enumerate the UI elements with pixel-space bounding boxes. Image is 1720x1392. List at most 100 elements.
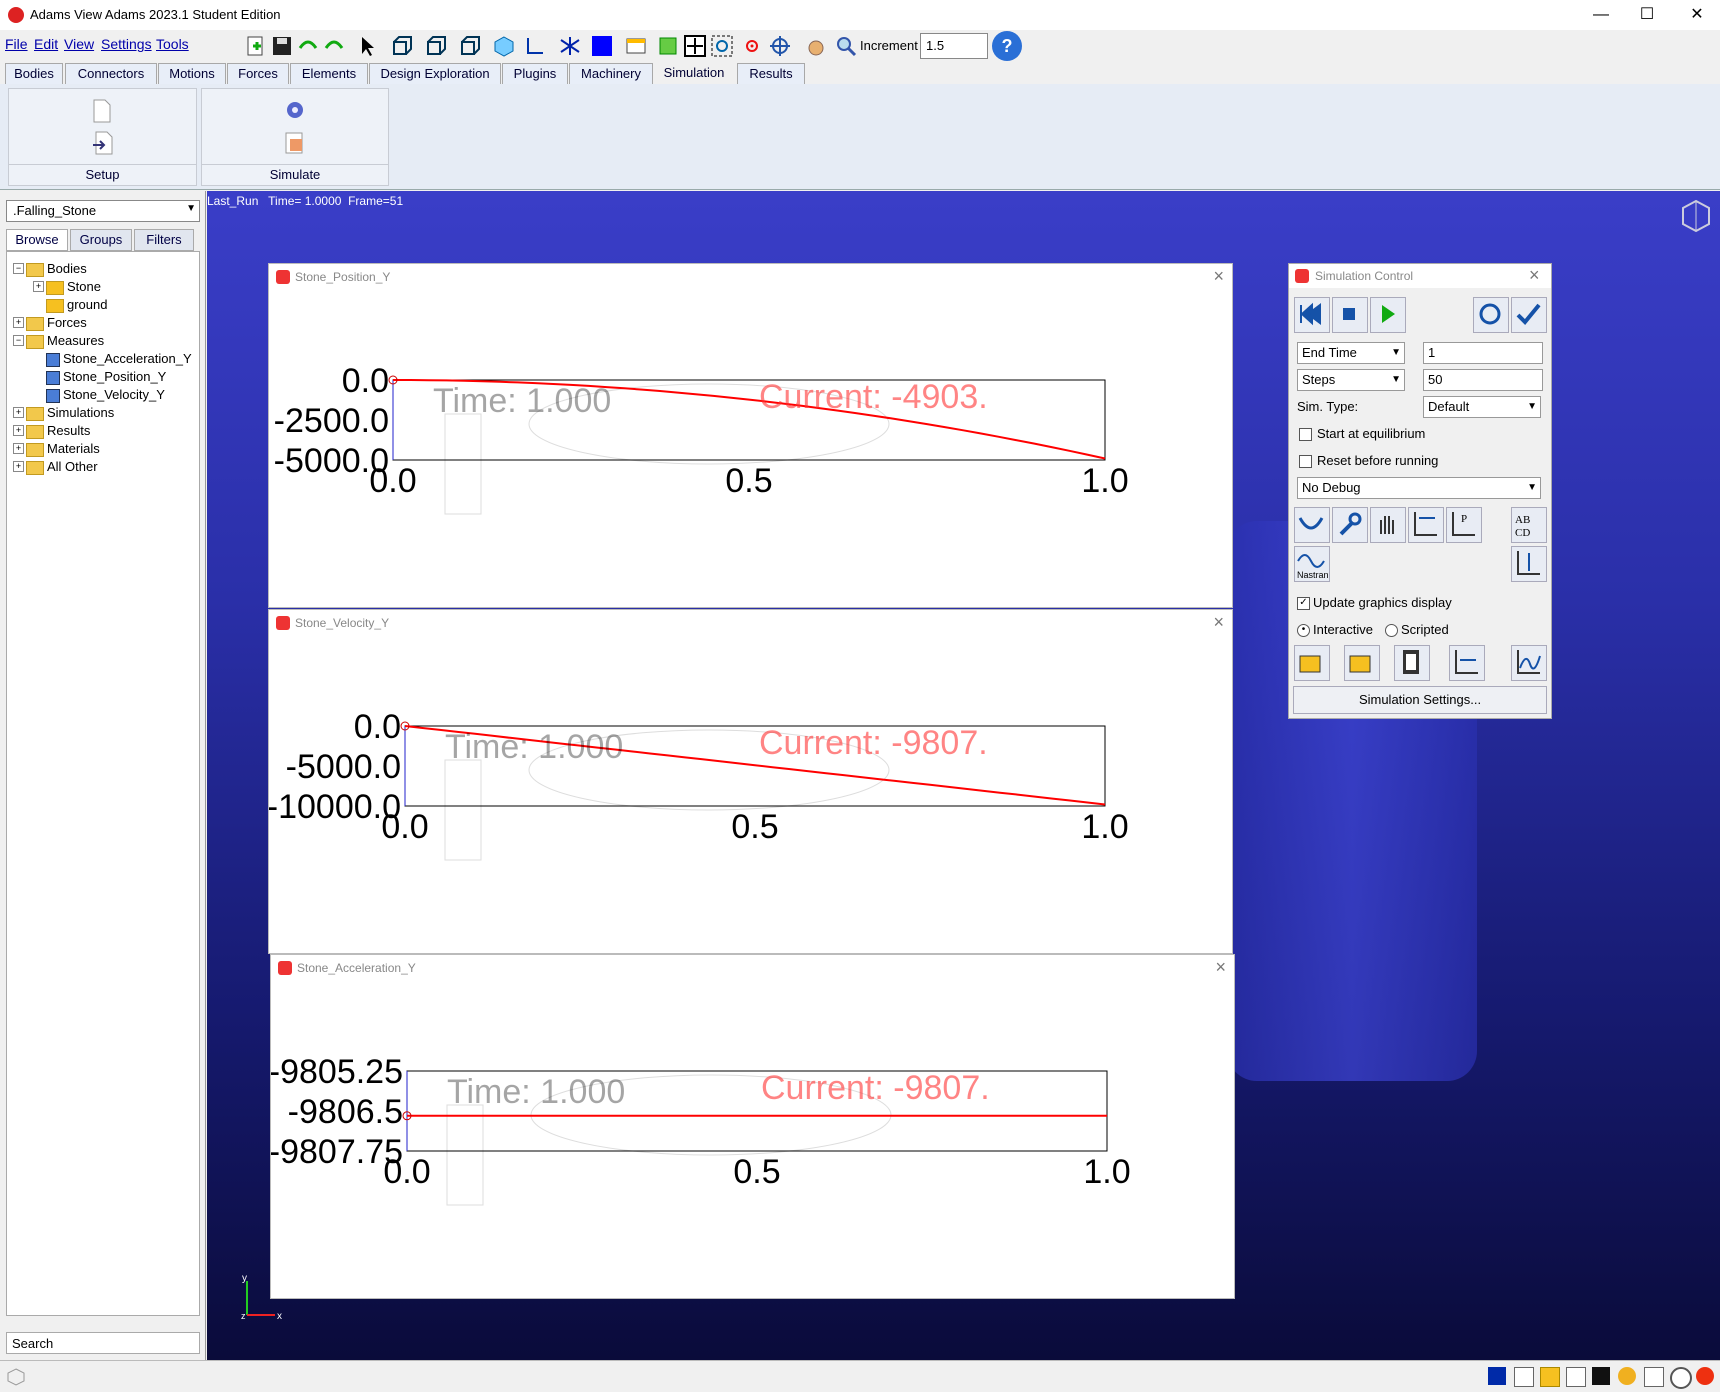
scripted-radio[interactable] bbox=[1385, 624, 1398, 637]
menu-settings[interactable]: Settings bbox=[101, 36, 152, 52]
tab-simulation[interactable]: Simulation bbox=[654, 63, 734, 83]
browser-tab-groups[interactable]: Groups bbox=[70, 229, 132, 251]
gear-icon[interactable] bbox=[284, 99, 306, 121]
simulation-settings-button[interactable]: Simulation Settings... bbox=[1293, 686, 1547, 714]
menu-file[interactable]: File bbox=[5, 36, 28, 52]
play-button[interactable] bbox=[1370, 297, 1406, 333]
view-right-icon[interactable] bbox=[424, 34, 448, 58]
model-view-icon[interactable] bbox=[6, 1367, 26, 1387]
info-status-icon[interactable] bbox=[1670, 1367, 1692, 1389]
pan-hand-icon[interactable] bbox=[804, 34, 828, 58]
plot-results-icon[interactable] bbox=[1449, 645, 1485, 681]
view-front-icon[interactable] bbox=[390, 34, 414, 58]
expand-icon[interactable]: + bbox=[13, 461, 24, 472]
expand-icon[interactable]: + bbox=[13, 317, 24, 328]
nastran-icon[interactable]: Nastran bbox=[1294, 546, 1330, 582]
steps-input[interactable]: 50 bbox=[1423, 369, 1543, 391]
tree-item-bodies[interactable]: Bodies bbox=[26, 261, 87, 277]
import-icon[interactable] bbox=[92, 131, 114, 155]
hand-icon[interactable] bbox=[1370, 507, 1406, 543]
sensor-icon[interactable] bbox=[1511, 546, 1547, 582]
window-icon[interactable] bbox=[624, 34, 648, 58]
table-status-icon[interactable] bbox=[1566, 1367, 1586, 1387]
save-results-icon[interactable] bbox=[1344, 645, 1380, 681]
expand-icon[interactable]: + bbox=[13, 443, 24, 454]
tree-item-measure-position[interactable]: Stone_Position_Y bbox=[46, 369, 166, 385]
expand-icon[interactable]: + bbox=[13, 425, 24, 436]
tab-elements[interactable]: Elements bbox=[290, 63, 368, 84]
rewind-button[interactable] bbox=[1294, 297, 1330, 333]
view-top-icon[interactable] bbox=[458, 34, 482, 58]
browser-tab-filters[interactable]: Filters bbox=[134, 229, 194, 251]
tab-results[interactable]: Results bbox=[737, 63, 805, 84]
reset-icon[interactable] bbox=[1473, 297, 1509, 333]
end-time-select[interactable]: End Time ▼ bbox=[1297, 342, 1405, 364]
abcd-icon[interactable]: AB CD bbox=[1511, 507, 1547, 543]
plot-points-icon[interactable] bbox=[1408, 507, 1444, 543]
load-results-icon[interactable] bbox=[1294, 645, 1330, 681]
select-status-icon[interactable] bbox=[1592, 1367, 1610, 1385]
interactive-radio[interactable]: • bbox=[1297, 624, 1310, 637]
postprocessor-icon[interactable] bbox=[1511, 645, 1547, 681]
tree-item-stone[interactable]: Stone bbox=[46, 279, 101, 295]
simulate-label[interactable]: Simulate bbox=[202, 164, 388, 185]
tree-item-measure-velocity[interactable]: Stone_Velocity_Y bbox=[46, 387, 165, 403]
setup-label[interactable]: Setup bbox=[9, 164, 196, 185]
fit-icon[interactable] bbox=[656, 34, 680, 58]
plot-window-velocity[interactable]: Stone_Velocity_Y × 0.0 -5000.0 -10000.0 0.0… bbox=[268, 609, 1233, 954]
tree-item-forces[interactable]: Forces bbox=[26, 315, 87, 331]
tree-item-ground[interactable]: ground bbox=[46, 297, 107, 313]
tab-motions[interactable]: Motions bbox=[158, 63, 226, 84]
close-button[interactable]: ✕ bbox=[1674, 0, 1720, 30]
plot-window-acceleration[interactable]: Stone_Acceleration_Y × -9805.25 -9806.5 -9… bbox=[270, 954, 1235, 1299]
tab-design-exploration[interactable]: Design Exploration bbox=[369, 63, 501, 84]
plot-p-icon[interactable]: P bbox=[1446, 507, 1482, 543]
undo-icon[interactable] bbox=[296, 34, 320, 58]
save-icon[interactable] bbox=[270, 34, 294, 58]
menu-tools[interactable]: Tools bbox=[156, 36, 189, 52]
menu-view[interactable]: View bbox=[64, 36, 94, 52]
menu-edit[interactable]: Edit bbox=[34, 36, 58, 52]
zoom-fit-icon[interactable] bbox=[683, 34, 707, 58]
tree-item-simulations[interactable]: Simulations bbox=[26, 405, 114, 421]
tab-machinery[interactable]: Machinery bbox=[569, 63, 653, 84]
select-arrow-icon[interactable] bbox=[356, 34, 380, 58]
search-input[interactable]: Search bbox=[6, 1332, 200, 1354]
globe-status-icon[interactable] bbox=[1618, 1367, 1636, 1385]
minimize-button[interactable]: — bbox=[1578, 0, 1624, 30]
wireframe-icon[interactable] bbox=[558, 34, 582, 58]
increment-input[interactable]: 1.5 bbox=[920, 33, 988, 59]
axes-icon[interactable] bbox=[522, 34, 546, 58]
start-equilibrium-checkbox[interactable] bbox=[1299, 428, 1312, 441]
expand-icon[interactable]: + bbox=[13, 407, 24, 418]
end-time-input[interactable]: 1 bbox=[1423, 342, 1543, 364]
new-icon[interactable] bbox=[244, 34, 268, 58]
wrench-icon[interactable] bbox=[1332, 507, 1368, 543]
tree-item-materials[interactable]: Materials bbox=[26, 441, 100, 457]
browser-tab-browse[interactable]: Browse bbox=[6, 229, 68, 251]
sim-type-select[interactable]: Default ▼ bbox=[1423, 396, 1541, 418]
animation-icon[interactable] bbox=[1394, 645, 1430, 681]
plot-window-position[interactable]: Stone_Position_Y × 0.0 -2500.0 -5000.0 0.0 0… bbox=[268, 263, 1233, 608]
plot-status-icon[interactable] bbox=[1514, 1367, 1534, 1387]
tab-bodies[interactable]: Bodies bbox=[5, 63, 63, 84]
tree-item-measures[interactable]: Measures bbox=[26, 333, 104, 349]
tree-item-measure-acceleration[interactable]: Stone_Acceleration_Y bbox=[46, 351, 192, 367]
expand-icon[interactable]: − bbox=[13, 263, 24, 274]
reset-before-running-checkbox[interactable] bbox=[1299, 455, 1312, 468]
steps-select[interactable]: Steps ▼ bbox=[1297, 369, 1405, 391]
stop-button[interactable] bbox=[1332, 297, 1368, 333]
tab-forces[interactable]: Forces bbox=[227, 63, 289, 84]
debug-select[interactable]: No Debug ▼ bbox=[1297, 477, 1541, 499]
checkmark-icon[interactable] bbox=[1511, 297, 1547, 333]
stop-status-icon[interactable] bbox=[1488, 1367, 1506, 1385]
tab-connectors[interactable]: Connectors bbox=[65, 63, 157, 84]
tab-plugins[interactable]: Plugins bbox=[502, 63, 568, 84]
zoom-box-icon[interactable] bbox=[710, 34, 734, 58]
measure-status-icon[interactable] bbox=[1644, 1367, 1664, 1387]
expand-icon[interactable]: − bbox=[13, 335, 24, 346]
redo-icon[interactable] bbox=[322, 34, 346, 58]
model-select[interactable]: .Falling_Stone ▼ bbox=[6, 200, 200, 222]
error-status-icon[interactable] bbox=[1696, 1367, 1714, 1385]
help-button[interactable]: ? bbox=[992, 31, 1022, 61]
